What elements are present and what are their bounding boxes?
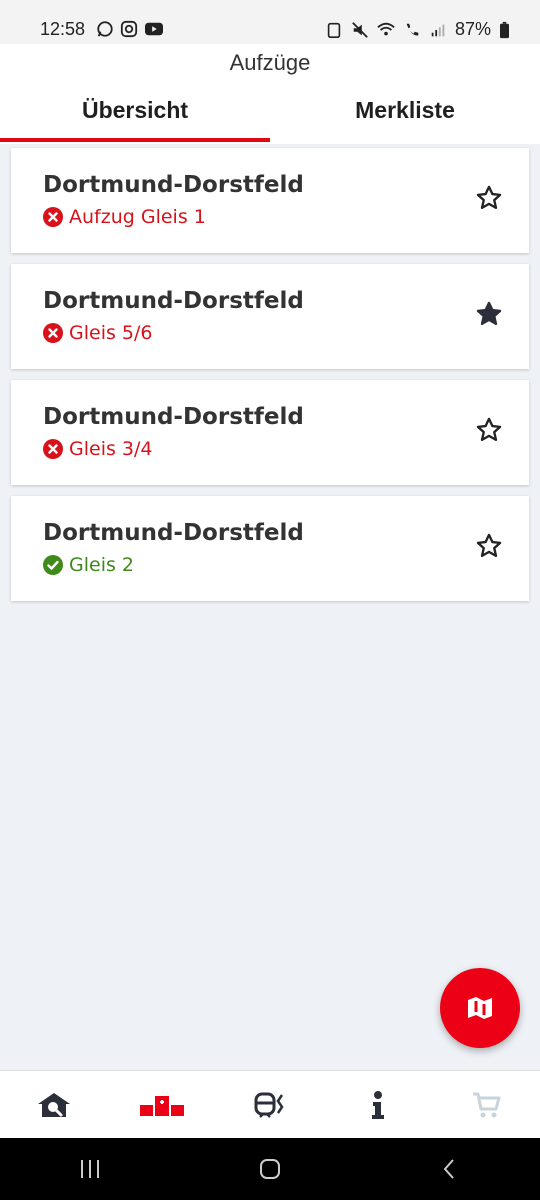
station-name: Dortmund-Dorstfeld [43,520,304,546]
elevator-card[interactable]: Dortmund-Dorstfeld Gleis 2 [11,496,529,601]
elevator-name: Gleis 5/6 [69,322,153,344]
app-header: Aufzüge Übersicht Merkliste [0,44,540,144]
bottom-navigation [0,1070,540,1138]
nav-info[interactable] [324,1071,432,1138]
error-circle-icon [43,207,63,227]
elevator-status: Gleis 2 [43,554,134,576]
recycle-icon [327,22,341,38]
youtube-icon [145,22,163,36]
error-circle-icon [43,323,63,343]
recent-apps-icon[interactable] [78,1158,102,1180]
nav-shop[interactable] [432,1071,540,1138]
status-bar: 12:58 87% [0,0,540,44]
whatsapp-icon [97,21,113,37]
check-circle-icon [43,555,63,575]
wifi-call-icon [406,23,419,35]
map-icon [468,997,492,1019]
star-outline-icon[interactable] [475,416,503,444]
instagram-icon [120,20,138,38]
station-name: Dortmund-Dorstfeld [43,172,304,198]
tab-overview[interactable]: Übersicht [0,92,270,144]
battery-icon [500,21,509,38]
elevator-name: Aufzug Gleis 1 [69,206,206,228]
elevator-status: Gleis 3/4 [43,438,153,460]
map-button[interactable] [440,968,520,1048]
elevator-list: Dortmund-Dorstfeld Aufzug Gleis 1 Dortmu… [11,148,529,612]
wifi-icon [377,22,395,35]
elevator-status: Gleis 5/6 [43,322,153,344]
battery-percent: 87% [454,19,491,39]
system-navigation-bar [0,1138,540,1200]
elevator-icon [140,1095,184,1116]
info-icon [372,1090,384,1119]
back-icon[interactable] [438,1157,462,1181]
page-title: Aufzüge [229,50,311,75]
error-circle-icon [43,439,63,459]
star-outline-icon[interactable] [475,184,503,212]
tab-bar: Übersicht Merkliste [0,92,540,144]
status-time: 12:58 [40,19,86,39]
tab-watchlist[interactable]: Merkliste [270,92,540,144]
nav-elevators[interactable] [108,1071,216,1138]
station-name: Dortmund-Dorstfeld [43,288,304,314]
elevator-name: Gleis 2 [69,554,134,576]
home-icon[interactable] [258,1157,282,1181]
mute-icon [352,21,368,38]
elevator-card[interactable]: Dortmund-Dorstfeld Gleis 5/6 [11,264,529,369]
station-search-icon [38,1092,70,1117]
shopping-cart-icon [473,1092,501,1117]
star-filled-icon[interactable] [475,300,503,328]
signal-icon [431,24,445,36]
elevator-status: Aufzug Gleis 1 [43,206,206,228]
train-timetable-icon [254,1092,284,1118]
elevator-card[interactable]: Dortmund-Dorstfeld Aufzug Gleis 1 [11,148,529,253]
star-outline-icon[interactable] [475,532,503,560]
elevator-card[interactable]: Dortmund-Dorstfeld Gleis 3/4 [11,380,529,485]
nav-timetable[interactable] [216,1071,324,1138]
station-name: Dortmund-Dorstfeld [43,404,304,430]
elevator-name: Gleis 3/4 [69,438,153,460]
nav-station-search[interactable] [0,1071,108,1138]
